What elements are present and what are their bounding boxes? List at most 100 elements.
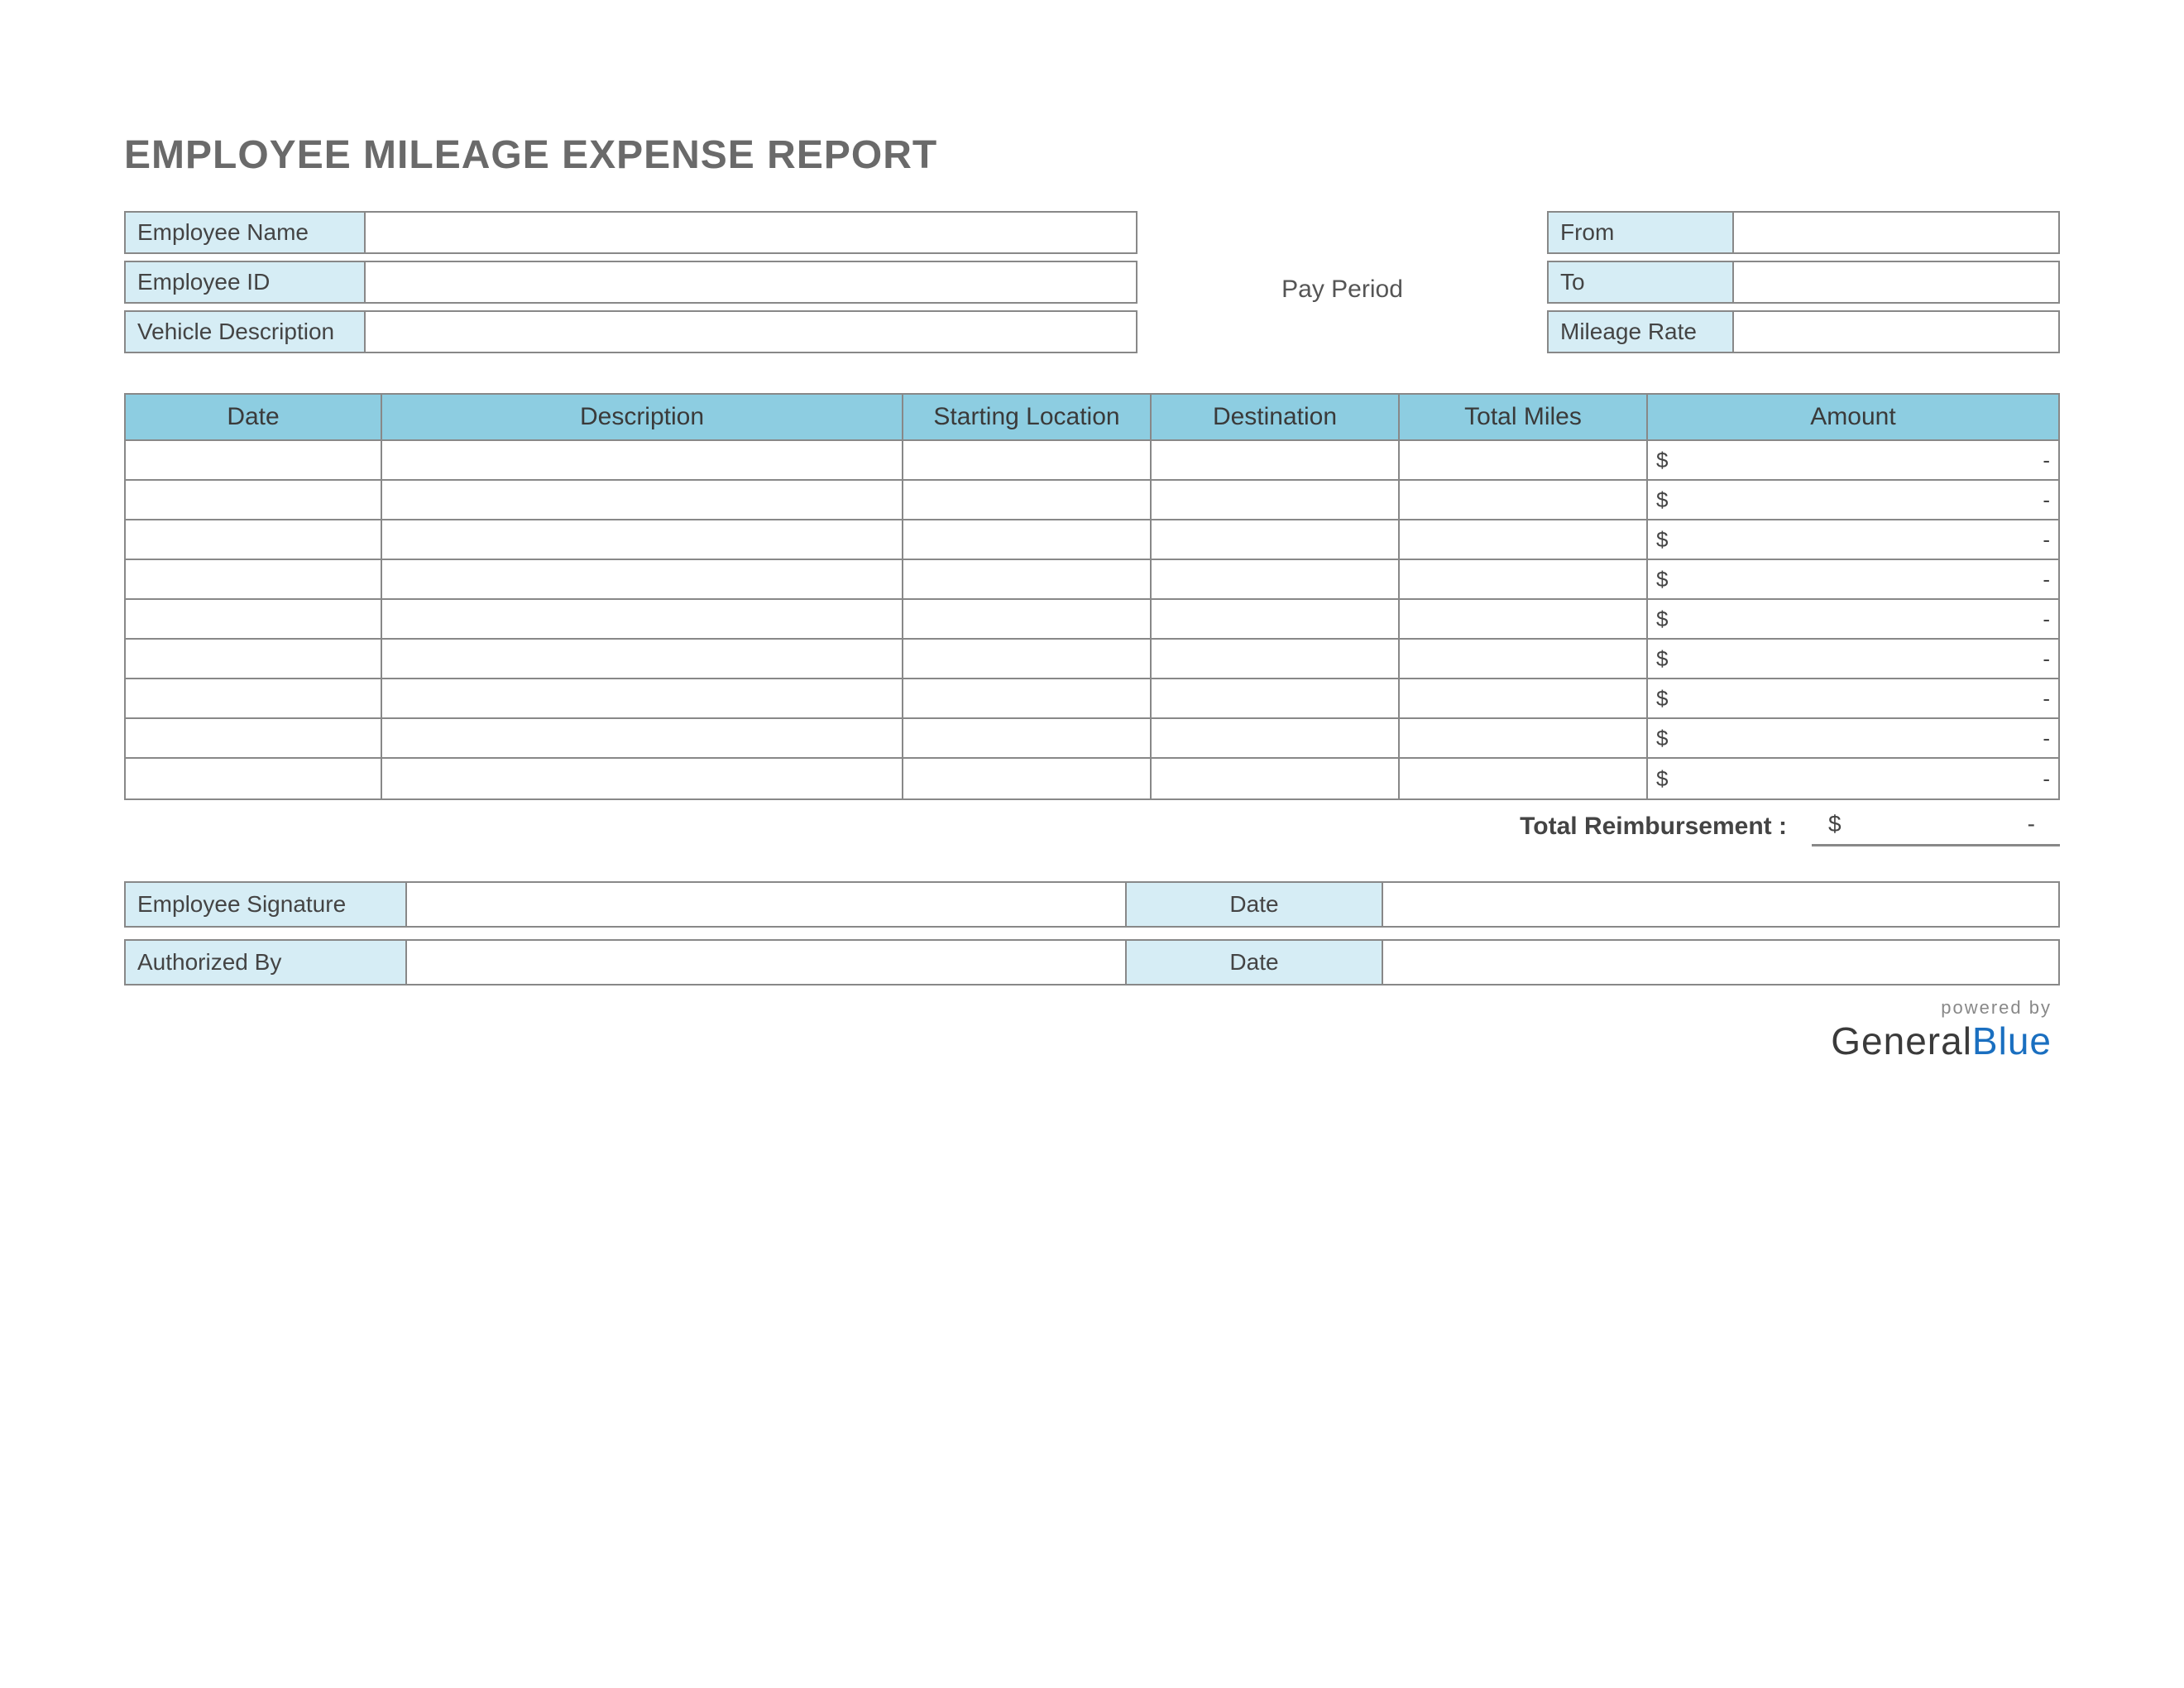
cell-destination[interactable] — [1152, 679, 1400, 719]
employee-name-field[interactable]: Employee Name — [124, 211, 1138, 254]
amount-value: - — [2043, 646, 2050, 672]
cell-amount[interactable]: $- — [1648, 520, 2058, 560]
table-row[interactable]: $- — [126, 560, 2058, 600]
pay-period-to-field[interactable]: To — [1547, 261, 2060, 304]
cell-description[interactable] — [382, 679, 903, 719]
cell-start[interactable] — [903, 441, 1152, 481]
cell-miles[interactable] — [1400, 679, 1648, 719]
brand-general: General — [1831, 1019, 1972, 1062]
table-row[interactable]: $- — [126, 520, 2058, 560]
cell-destination[interactable] — [1152, 520, 1400, 560]
authorized-by-value[interactable] — [407, 941, 1127, 984]
cell-date[interactable] — [126, 560, 382, 600]
vehicle-description-label: Vehicle Description — [126, 312, 366, 352]
cell-miles[interactable] — [1400, 719, 1648, 759]
mileage-rate-label: Mileage Rate — [1549, 312, 1734, 352]
employee-id-field[interactable]: Employee ID — [124, 261, 1138, 304]
cell-date[interactable] — [126, 441, 382, 481]
cell-start[interactable] — [903, 481, 1152, 520]
cell-amount[interactable]: $- — [1648, 560, 2058, 600]
cell-destination[interactable] — [1152, 719, 1400, 759]
table-row[interactable]: $- — [126, 759, 2058, 798]
cell-miles[interactable] — [1400, 640, 1648, 679]
cell-date[interactable] — [126, 520, 382, 560]
amount-currency: $ — [1656, 646, 1668, 672]
vehicle-description-value[interactable] — [366, 312, 1136, 352]
amount-value: - — [2043, 527, 2050, 553]
authorized-by-date-label: Date — [1127, 941, 1383, 984]
cell-start[interactable] — [903, 600, 1152, 640]
cell-date[interactable] — [126, 640, 382, 679]
cell-date[interactable] — [126, 600, 382, 640]
employee-signature-date-value[interactable] — [1383, 883, 2058, 926]
cell-start[interactable] — [903, 759, 1152, 798]
amount-value: - — [2043, 448, 2050, 473]
amount-currency: $ — [1656, 527, 1668, 553]
cell-miles[interactable] — [1400, 759, 1648, 798]
table-row[interactable]: $- — [126, 481, 2058, 520]
employee-signature-row[interactable]: Employee Signature Date — [124, 881, 2060, 928]
mileage-rate-value[interactable] — [1734, 312, 2058, 352]
cell-amount[interactable]: $- — [1648, 640, 2058, 679]
amount-currency: $ — [1656, 487, 1668, 513]
employee-name-value[interactable] — [366, 213, 1136, 252]
table-row[interactable]: $- — [126, 441, 2058, 481]
powered-by-text: powered by — [124, 997, 2052, 1019]
table-row[interactable]: $- — [126, 719, 2058, 759]
cell-date[interactable] — [126, 679, 382, 719]
cell-description[interactable] — [382, 441, 903, 481]
table-row[interactable]: $- — [126, 640, 2058, 679]
employee-id-value[interactable] — [366, 262, 1136, 302]
table-row[interactable]: $- — [126, 600, 2058, 640]
cell-amount[interactable]: $- — [1648, 481, 2058, 520]
amount-currency: $ — [1656, 686, 1668, 712]
mileage-rate-field[interactable]: Mileage Rate — [1547, 310, 2060, 353]
cell-description[interactable] — [382, 640, 903, 679]
cell-destination[interactable] — [1152, 441, 1400, 481]
authorized-by-row[interactable]: Authorized By Date — [124, 939, 2060, 985]
cell-amount[interactable]: $- — [1648, 441, 2058, 481]
col-starting-location: Starting Location — [903, 395, 1152, 441]
cell-description[interactable] — [382, 520, 903, 560]
cell-miles[interactable] — [1400, 600, 1648, 640]
cell-start[interactable] — [903, 560, 1152, 600]
from-value[interactable] — [1734, 213, 2058, 252]
cell-destination[interactable] — [1152, 640, 1400, 679]
col-destination: Destination — [1152, 395, 1400, 441]
amount-currency: $ — [1656, 726, 1668, 751]
cell-miles[interactable] — [1400, 560, 1648, 600]
to-value[interactable] — [1734, 262, 2058, 302]
authorized-by-date-value[interactable] — [1383, 941, 2058, 984]
cell-destination[interactable] — [1152, 759, 1400, 798]
to-label: To — [1549, 262, 1734, 302]
cell-miles[interactable] — [1400, 481, 1648, 520]
mileage-table: Date Description Starting Location Desti… — [124, 393, 2060, 800]
cell-description[interactable] — [382, 759, 903, 798]
cell-description[interactable] — [382, 600, 903, 640]
cell-start[interactable] — [903, 640, 1152, 679]
cell-amount[interactable]: $- — [1648, 759, 2058, 798]
vehicle-description-field[interactable]: Vehicle Description — [124, 310, 1138, 353]
cell-date[interactable] — [126, 481, 382, 520]
cell-description[interactable] — [382, 560, 903, 600]
cell-date[interactable] — [126, 719, 382, 759]
cell-miles[interactable] — [1400, 441, 1648, 481]
cell-description[interactable] — [382, 719, 903, 759]
cell-destination[interactable] — [1152, 560, 1400, 600]
cell-description[interactable] — [382, 481, 903, 520]
cell-amount[interactable]: $- — [1648, 719, 2058, 759]
cell-amount[interactable]: $- — [1648, 679, 2058, 719]
employee-signature-value[interactable] — [407, 883, 1127, 926]
cell-amount[interactable]: $- — [1648, 600, 2058, 640]
cell-start[interactable] — [903, 679, 1152, 719]
cell-destination[interactable] — [1152, 481, 1400, 520]
cell-miles[interactable] — [1400, 520, 1648, 560]
cell-destination[interactable] — [1152, 600, 1400, 640]
cell-date[interactable] — [126, 759, 382, 798]
pay-period-from-field[interactable]: From — [1547, 211, 2060, 254]
amount-value: - — [2043, 567, 2050, 592]
brand-blue: Blue — [1972, 1019, 2052, 1062]
cell-start[interactable] — [903, 719, 1152, 759]
cell-start[interactable] — [903, 520, 1152, 560]
table-row[interactable]: $- — [126, 679, 2058, 719]
